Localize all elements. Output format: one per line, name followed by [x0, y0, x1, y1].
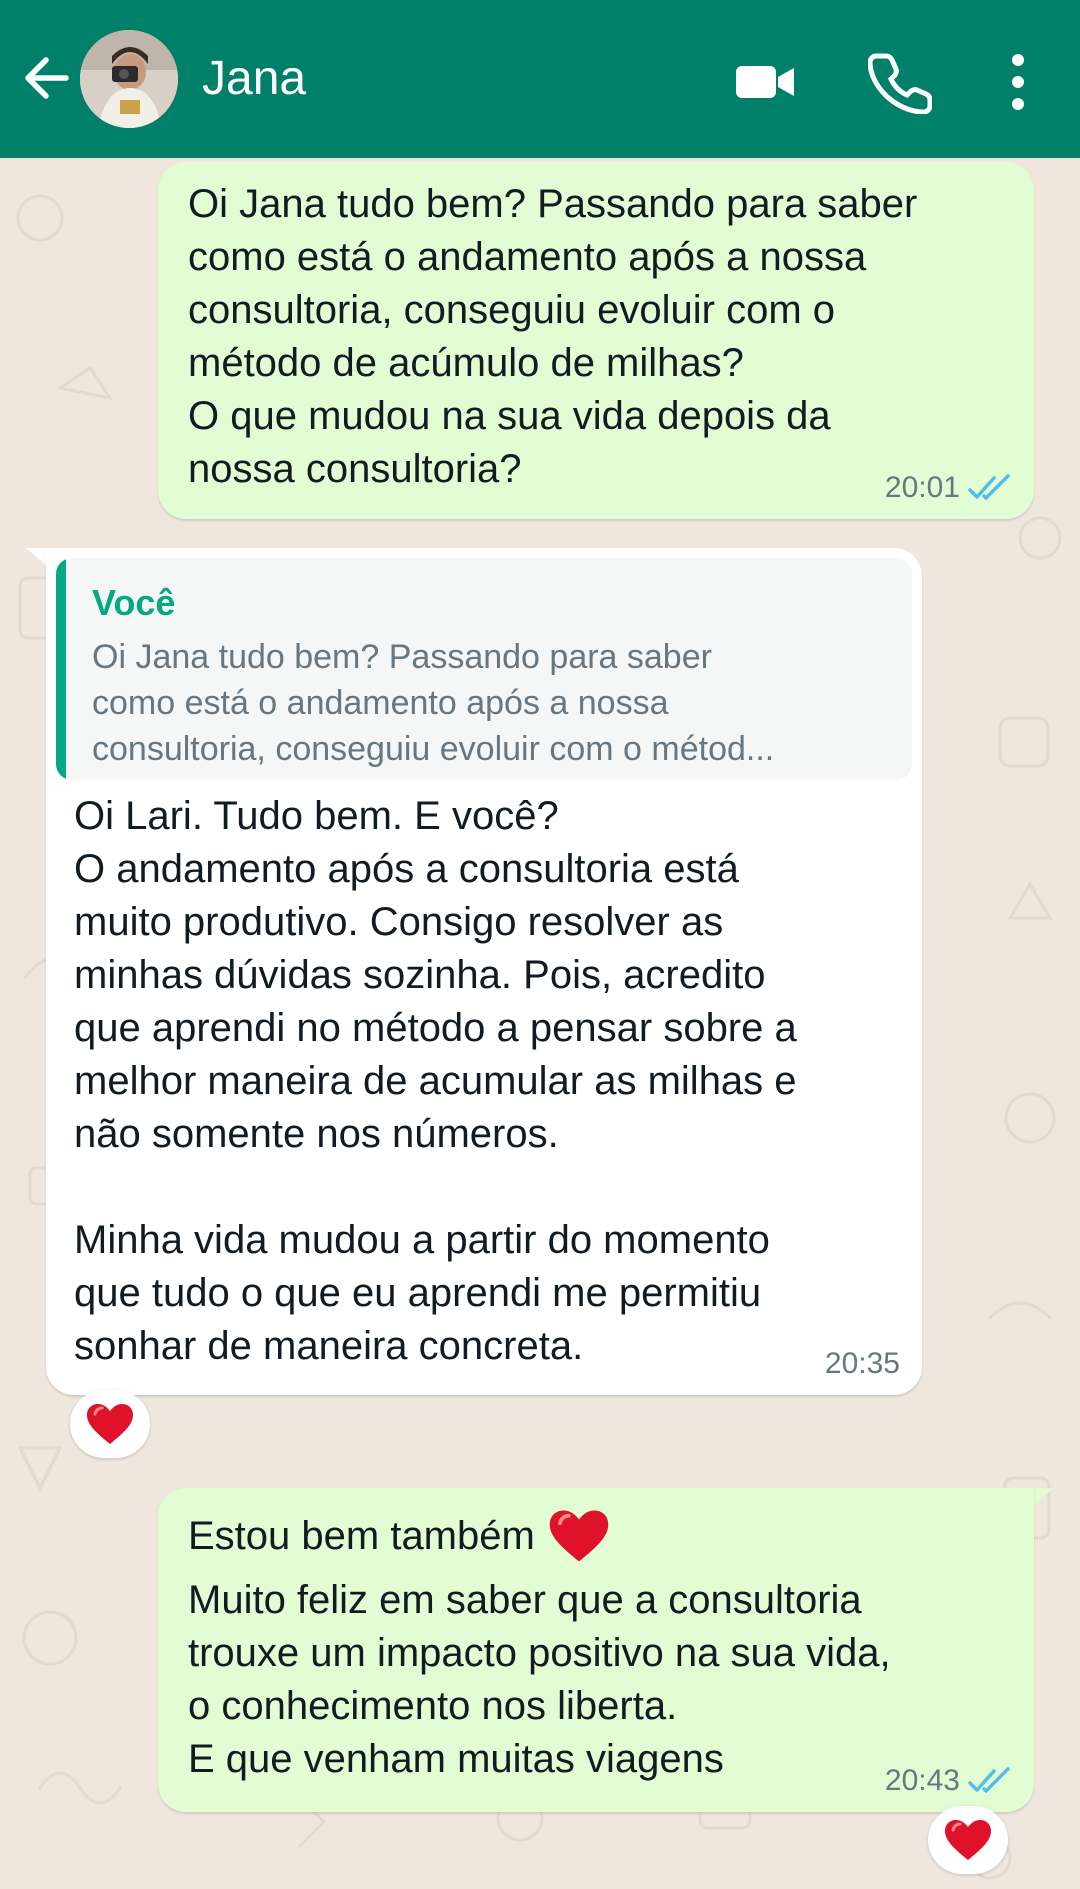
quoted-message[interactable]: Você Oi Jana tudo bem? Passando para sab…: [56, 558, 912, 780]
outgoing-message[interactable]: Oi Jana tudo bem? Passando para saber co…: [158, 162, 1034, 519]
message-meta: 20:01: [885, 471, 1012, 505]
message-text: Oi Jana tudo bem? Passando para saber co…: [188, 182, 918, 491]
message-meta: 20:43: [885, 1764, 1012, 1798]
message-time: 20:01: [884, 471, 960, 504]
heart-emoji-icon: [945, 1820, 991, 1860]
reaction-badge[interactable]: [928, 1806, 1008, 1874]
more-options-icon[interactable]: [986, 50, 1050, 114]
message-time: 20:43: [884, 1764, 960, 1797]
phone-call-icon[interactable]: [868, 50, 932, 114]
read-receipt-icon: [968, 474, 1010, 500]
message-meta: 20:35: [825, 1347, 900, 1381]
outgoing-message[interactable]: Estou bem também Muito feliz em saber qu…: [158, 1488, 1034, 1812]
quote-author: Você: [92, 582, 176, 623]
read-receipt-icon: [968, 1767, 1010, 1793]
message-text: Muito feliz em saber que a consultoria t…: [188, 1578, 891, 1781]
video-call-icon[interactable]: [734, 50, 798, 114]
heart-emoji-icon: [549, 1510, 609, 1562]
message-first-line: Estou bem também: [188, 1508, 611, 1564]
message-time: 20:35: [824, 1347, 900, 1380]
reaction-badge[interactable]: [70, 1390, 150, 1458]
message-text: Oi Lari. Tudo bem. E você? O andamento a…: [74, 794, 797, 1368]
back-arrow-icon[interactable]: [18, 50, 74, 106]
quote-accent-bar: [56, 558, 66, 780]
contact-name[interactable]: Jana: [202, 50, 306, 108]
message-text-line: Estou bem também: [188, 1513, 535, 1558]
heart-emoji-icon: [87, 1404, 133, 1444]
avatar-photo: [80, 30, 178, 128]
chat-header: Jana: [0, 0, 1080, 158]
incoming-message[interactable]: Você Oi Jana tudo bem? Passando para sab…: [46, 548, 922, 1395]
quote-text: Oi Jana tudo bem? Passando para saber co…: [92, 638, 775, 768]
avatar[interactable]: [80, 30, 178, 128]
